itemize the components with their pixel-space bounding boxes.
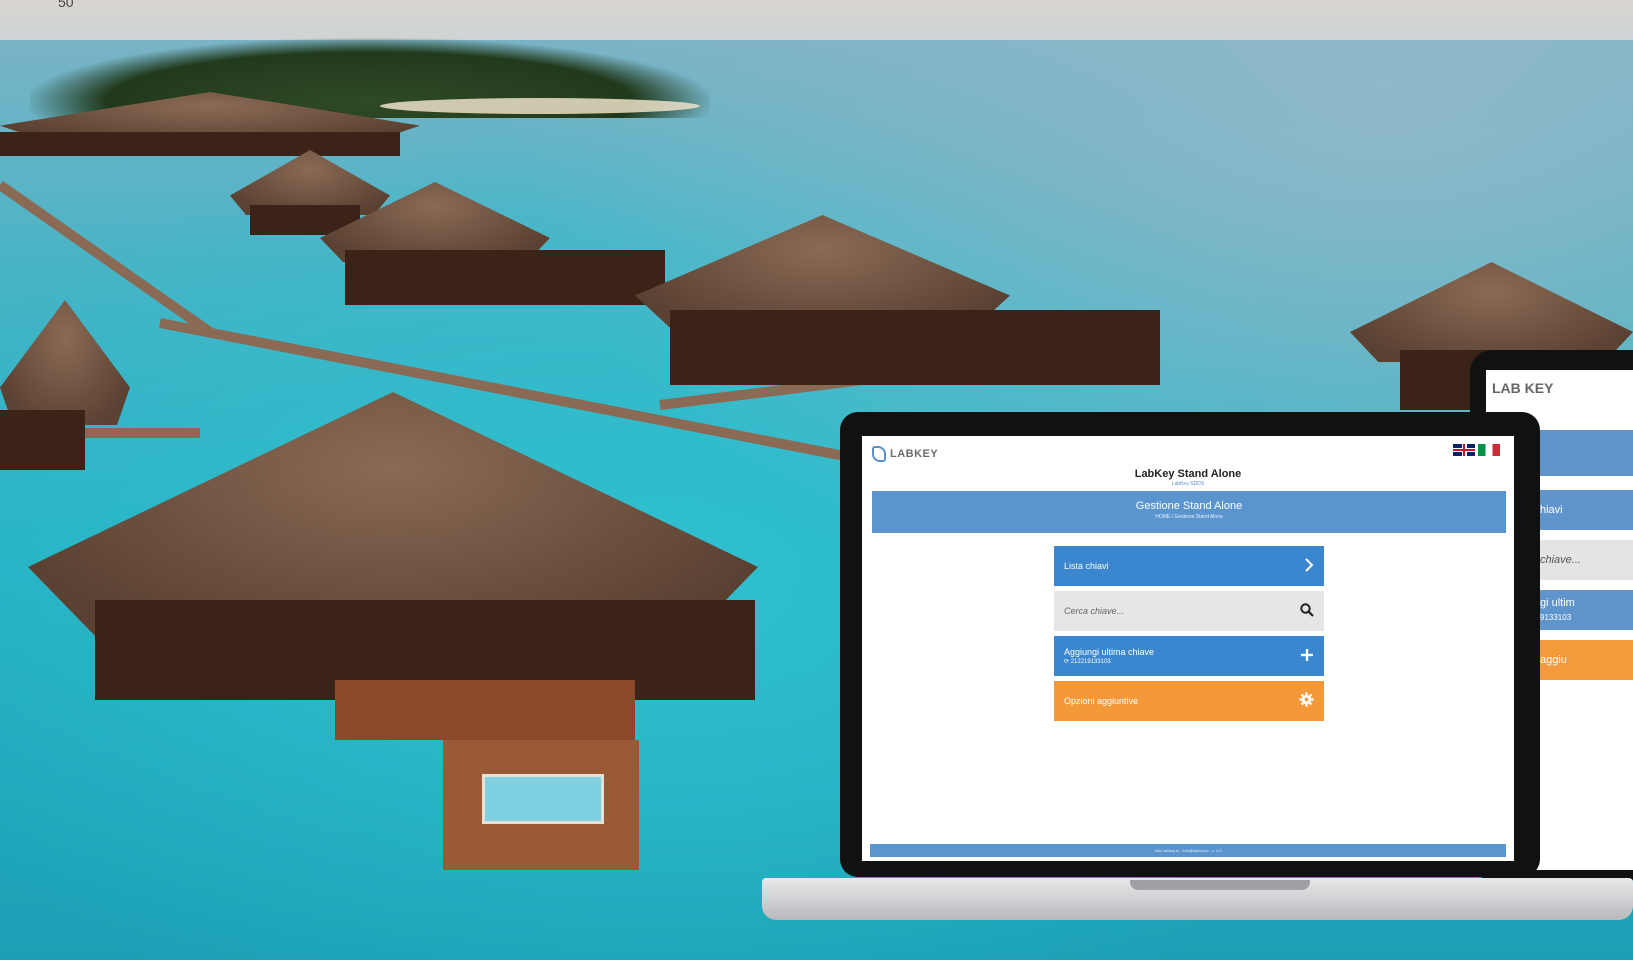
banner-title: Gestione Stand Alone (1135, 500, 1243, 512)
laptop-device: LABKEY LabKey Stand Alone LabKey-SDDS Ge… (840, 412, 1540, 877)
chevron-right-icon (1304, 557, 1314, 575)
last-key-code-value: 212219133103 (1070, 659, 1111, 665)
tablet-item-search[interactable]: chiave... (1534, 540, 1633, 580)
last-key-code: ⟳ 212219133103 (1064, 658, 1154, 665)
tablet-item-keys[interactable]: hiavi (1534, 490, 1633, 530)
tablet-logo: LAB KEY (1492, 380, 1554, 396)
tablet-item-add[interactable]: gi ultim 9133103 (1534, 590, 1633, 630)
tablet-item-add-label: gi ultim (1540, 597, 1575, 609)
flag-it-icon[interactable] (1478, 444, 1500, 456)
keys-list-label: Lista chiavi (1064, 561, 1109, 571)
app-subtitle: LabKey-SDDS (1171, 481, 1205, 487)
labkey-logo: LABKEY (872, 446, 938, 462)
page-banner: Gestione Stand Alone HOME / Gestione Sta… (872, 491, 1506, 533)
tablet-item-add-code: 9133103 (1540, 613, 1572, 622)
laptop-screen: LABKEY LabKey Stand Alone LabKey-SDDS Ge… (862, 436, 1514, 861)
gear-icon (1299, 692, 1314, 710)
keys-list-button[interactable]: Lista chiavi (1054, 546, 1324, 586)
laptop-notch (1130, 880, 1310, 890)
search-key-input[interactable]: Cerca chiave... (1054, 591, 1324, 631)
hut (345, 250, 665, 305)
search-placeholder: Cerca chiave... (1064, 606, 1125, 616)
additional-options-button[interactable]: Opzioni aggiuntive (1054, 681, 1324, 721)
tablet-bar (1534, 430, 1633, 476)
add-last-key-button[interactable]: Aggiungi ultima chiave ⟳ 212219133103 (1054, 636, 1324, 676)
add-last-key-label: Aggiungi ultima chiave (1064, 647, 1155, 657)
hut (0, 410, 85, 470)
search-icon[interactable] (1300, 602, 1314, 620)
pier (80, 428, 200, 438)
language-switcher (1453, 444, 1500, 456)
deck (335, 680, 635, 740)
app-footer: Info: labkey.io - info@labkey.io - v. 1.… (870, 844, 1506, 857)
page-number: 50 (58, 0, 74, 10)
logo-text: LABKEY (890, 448, 939, 460)
hut (0, 132, 400, 156)
flag-uk-icon[interactable] (1453, 444, 1475, 456)
app-title: LabKey Stand Alone (1134, 468, 1242, 480)
plus-icon (1300, 648, 1314, 665)
additional-options-label: Opzioni aggiuntive (1064, 696, 1139, 706)
tablet-item-options[interactable]: aggiu (1534, 640, 1633, 680)
beach (380, 98, 700, 114)
refresh-icon: ⟳ (1064, 659, 1070, 665)
labkey-logo-icon (872, 446, 886, 462)
hot-tub (482, 774, 604, 824)
breadcrumb[interactable]: HOME / Gestione Stand Alone (872, 514, 1506, 520)
hut (670, 310, 1160, 385)
